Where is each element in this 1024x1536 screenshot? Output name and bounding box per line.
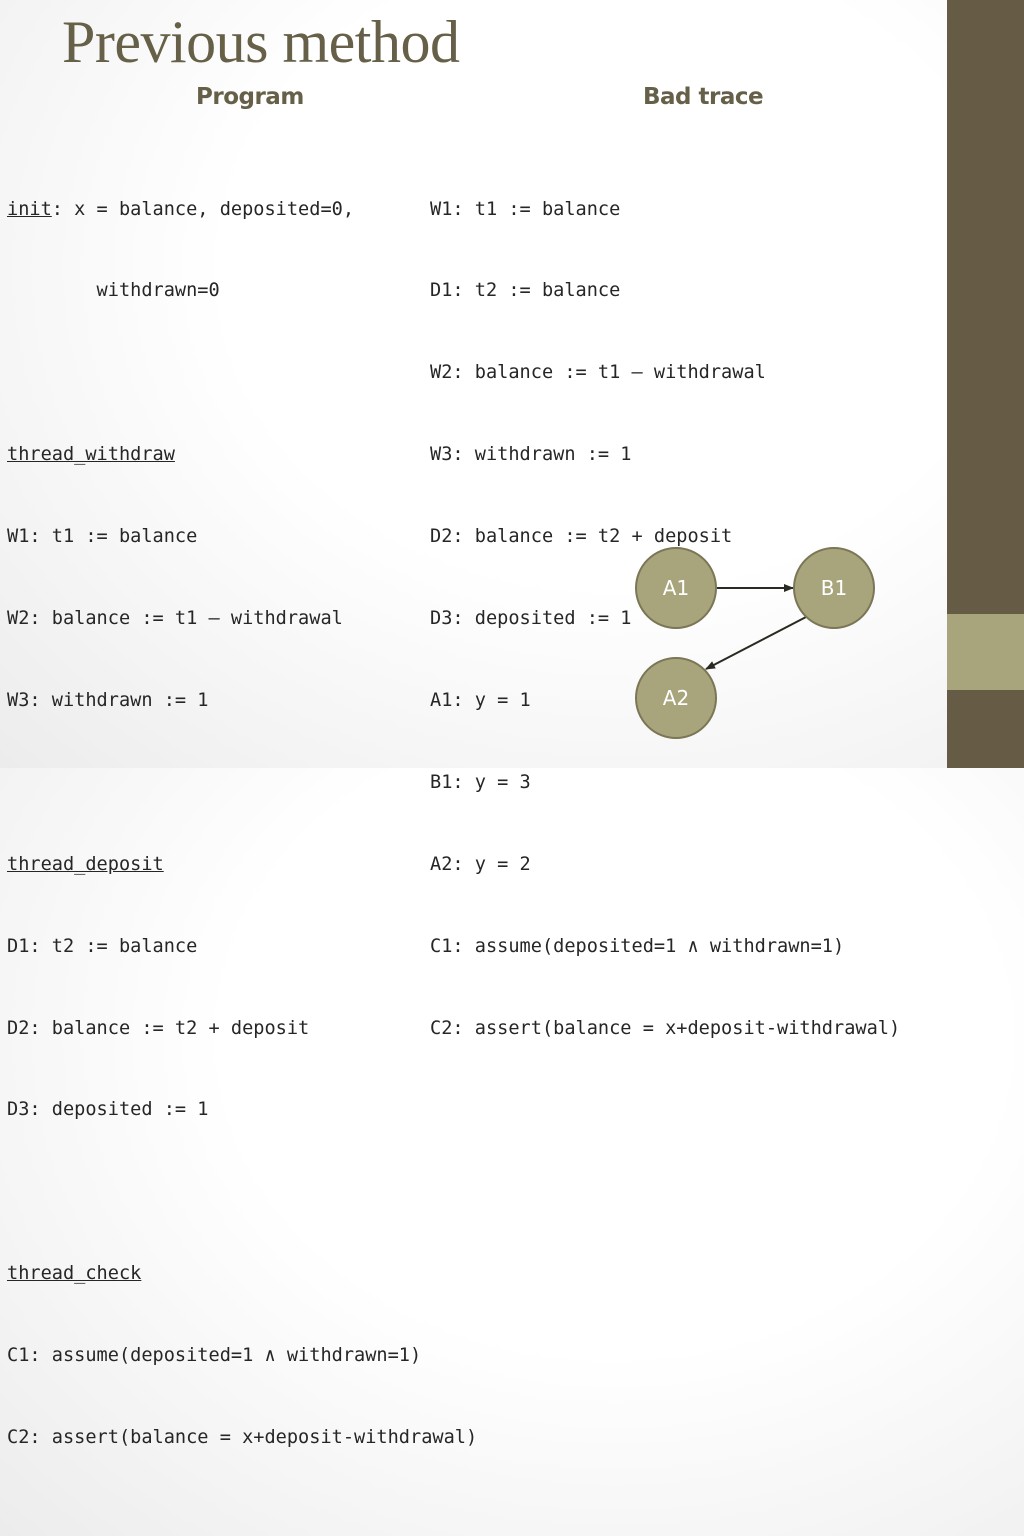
code-line: C1: assume(deposited=1 ∧ withdrawn=1)	[7, 1345, 422, 1367]
init-rest: : x = balance, deposited=0,	[51, 198, 355, 220]
init-continuation: withdrawn=0	[7, 280, 220, 302]
thread-header: thread_deposit	[7, 853, 164, 875]
trace-line: C2: assert(balance = x+deposit-withdrawa…	[430, 1017, 901, 1039]
program-listing: init: x = balance, deposited=0, withdraw…	[7, 141, 477, 1536]
thread-header: thread_check	[7, 1263, 142, 1285]
trace-line: A1: y = 1	[430, 689, 531, 711]
trace-line: B1: y = 3	[430, 771, 531, 793]
init-keyword: init	[7, 198, 52, 220]
code-line: C2: assert(balance = x+deposit-withdrawa…	[7, 1426, 478, 1448]
slide-title: Previous method	[62, 9, 460, 75]
trace-line: C1: assume(deposited=1 ∧ withdrawn=1)	[430, 935, 845, 957]
trace-line: D2: balance := t2 + deposit	[430, 526, 733, 548]
code-line: W2: balance := t1 – withdrawal	[7, 608, 343, 630]
code-line: D1: t2 := balance	[7, 935, 198, 957]
code-line: W1: t1 := balance	[7, 526, 198, 548]
trace-line: D1: t2 := balance	[430, 280, 621, 302]
thread-header: thread_withdraw	[7, 444, 175, 466]
decorative-sidebar	[947, 0, 1024, 768]
trace-line: W1: t1 := balance	[430, 198, 621, 220]
trace-line: D3: deposited := 1	[430, 608, 632, 630]
code-line: D3: deposited := 1	[7, 1099, 209, 1121]
bad-trace-listing: W1: t1 := balance D1: t2 := balance W2: …	[430, 141, 900, 1069]
init-line: init: x = balance, deposited=0,	[7, 196, 477, 223]
trace-line: W2: balance := t1 – withdrawal	[430, 362, 766, 384]
code-line: D2: balance := t2 + deposit	[7, 1017, 310, 1039]
program-heading: Program	[196, 84, 304, 110]
trace-line: W3: withdrawn := 1	[430, 444, 632, 466]
code-line: W3: withdrawn := 1	[7, 689, 209, 711]
bad-trace-heading: Bad trace	[643, 84, 764, 110]
sidebar-accent-band	[947, 614, 1024, 690]
trace-line: A2: y = 2	[430, 853, 531, 875]
